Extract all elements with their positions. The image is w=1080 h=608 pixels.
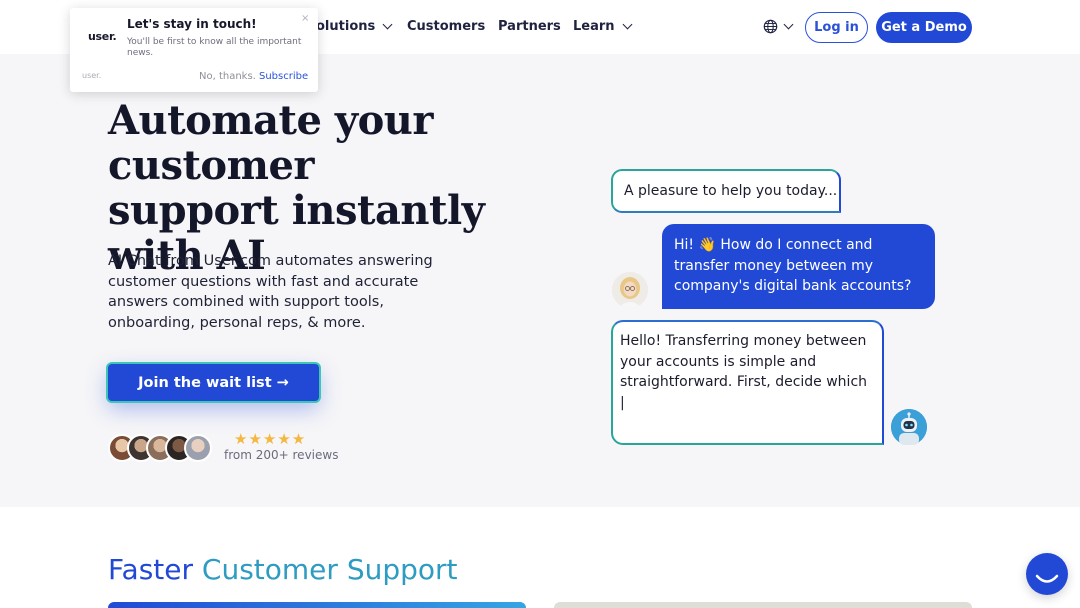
popup-dismiss-button[interactable]: No, thanks. — [199, 71, 256, 82]
user-avatar — [612, 272, 648, 308]
popup-subscribe-button[interactable]: Subscribe — [259, 71, 308, 82]
hero-description: AI Chat from User.com automates answerin… — [108, 253, 433, 331]
chat-launcher-icon — [1035, 574, 1059, 583]
feature-card-blue — [108, 602, 526, 608]
section-heading-part1: Faster — [108, 553, 202, 586]
reviewer-avatars — [108, 434, 218, 464]
avatar — [184, 434, 212, 462]
globe-icon — [763, 19, 778, 34]
nav-learn[interactable]: Learn — [573, 19, 632, 34]
section-heading-part2: Customer Support — [201, 553, 458, 586]
chat-bubble-user-question: Hi! 👋 How do I connect and transfer mone… — [662, 224, 935, 309]
newsletter-popup: user. Let's stay in touch! You'll be fir… — [70, 8, 318, 92]
nav-partners-label: Partners — [498, 19, 561, 34]
bot-avatar — [891, 409, 927, 445]
nav-partners[interactable]: Partners — [498, 19, 561, 34]
chevron-down-icon — [783, 19, 794, 30]
rating-stars: ★★★★★ — [234, 430, 307, 448]
popup-text: You'll be first to know all the importan… — [127, 37, 302, 58]
feature-card-gray — [554, 602, 972, 608]
popup-logo: user. — [88, 30, 117, 43]
section-heading: Faster Customer Support — [108, 553, 458, 586]
close-icon[interactable]: × — [301, 13, 309, 24]
nav-customers[interactable]: Customers — [407, 19, 485, 34]
chat-bubble-agent-intro: A pleasure to help you today... — [611, 169, 841, 213]
person-avatar-icon — [612, 272, 648, 308]
login-button[interactable]: Log in — [805, 12, 868, 43]
chat-bubble-ai-answer: Hello! Transferring money between your a… — [611, 320, 884, 445]
nav-solutions-label: olutions — [316, 19, 376, 34]
join-waitlist-button[interactable]: Join the wait list → — [108, 364, 319, 401]
reviews-count: from 200+ reviews — [224, 448, 339, 462]
nav-solutions[interactable]: olutions — [316, 19, 393, 34]
robot-icon — [891, 409, 927, 445]
language-selector[interactable] — [763, 19, 794, 34]
chevron-down-icon — [382, 19, 393, 30]
popup-brand: user. — [82, 71, 102, 80]
nav-customers-label: Customers — [407, 19, 486, 34]
popup-title: Let's stay in touch! — [127, 17, 257, 31]
chat-launcher-button[interactable] — [1026, 553, 1068, 595]
get-demo-button[interactable]: Get a Demo — [876, 12, 972, 43]
chevron-down-icon — [622, 19, 632, 30]
nav-learn-label: Learn — [573, 19, 615, 34]
